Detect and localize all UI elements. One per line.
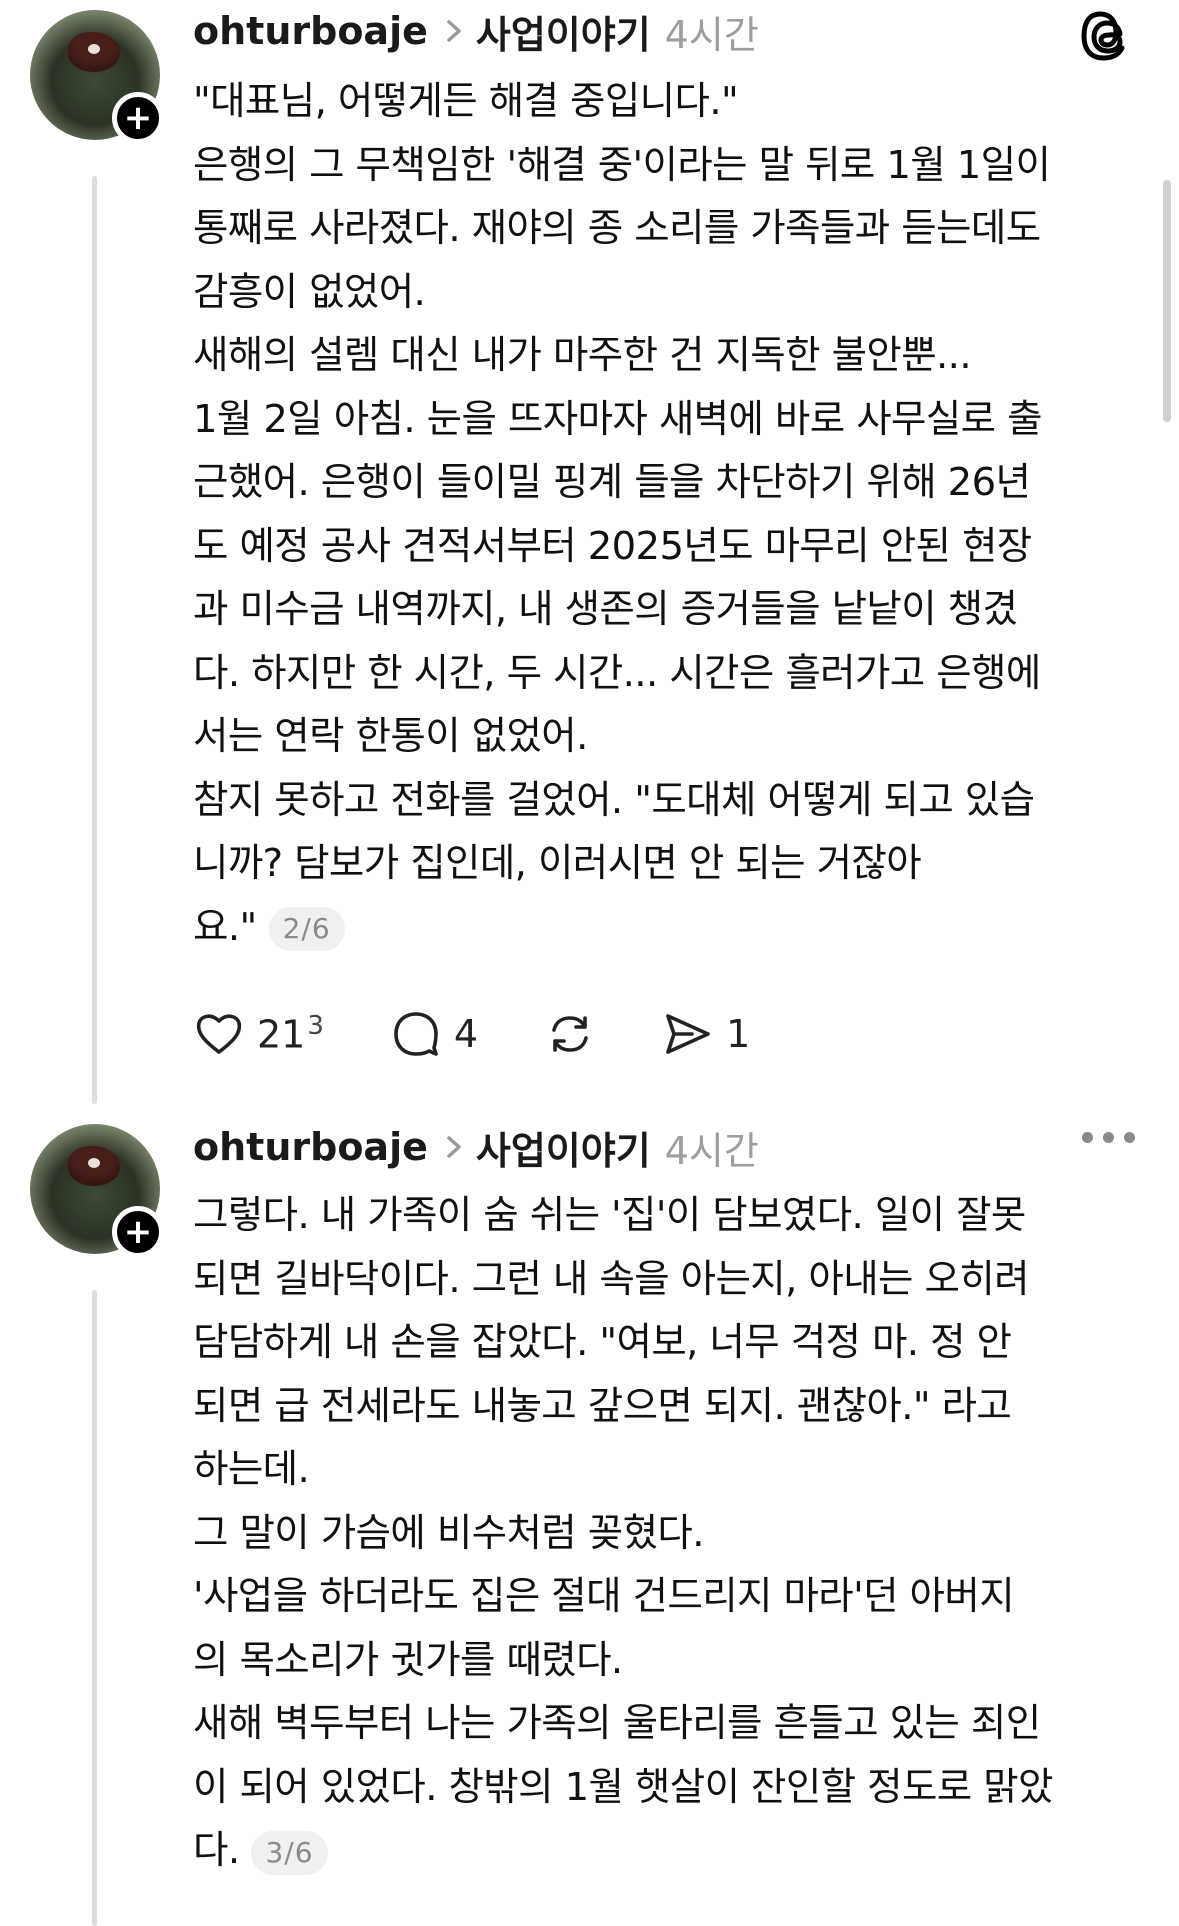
post-header: ohturboaje 사업이야기 4시간 (193, 1120, 759, 1175)
like-count-superscript: 3 (307, 1011, 324, 1042)
post-paragraph: 새해의 설렘 대신 내가 마주한 건 지독한 불안뿐... (193, 333, 972, 378)
post-header: ohturboaje 사업이야기 4시간 (193, 4, 759, 59)
comment-count: 4 (453, 1012, 479, 1056)
comment-bubble-icon (394, 1012, 438, 1056)
thread-pager-badge: 3/6 (251, 1830, 328, 1875)
thread-connector-line (92, 1290, 97, 1926)
topic-tag[interactable]: 사업이야기 (476, 4, 651, 59)
post-time: 4시간 (664, 12, 759, 57)
like-count-value: 21 (257, 1012, 306, 1057)
like-button[interactable]: 213 (193, 1008, 324, 1060)
post-time: 4시간 (664, 1128, 759, 1173)
username[interactable]: ohturboaje (193, 1125, 428, 1169)
like-count: 213 (257, 1011, 324, 1057)
avatar[interactable]: + (30, 10, 164, 144)
threads-logo-icon[interactable] (1080, 8, 1136, 64)
thread-pager-badge: 2/6 (268, 907, 345, 951)
post-paragraph: '사업을 하더라도 집은 절대 건드리지 마라'던 아버지 의 목소리가 귓가를… (193, 1574, 1015, 1683)
follow-plus-icon[interactable]: + (112, 92, 164, 144)
post-paragraph: 새해 벽두부터 나는 가족의 울타리를 흔들고 있는 죄인 이 되어 있었다. … (193, 1692, 1143, 1883)
scrollbar[interactable] (1163, 180, 1171, 422)
username[interactable]: ohturboaje (193, 9, 428, 53)
post-paragraph: 그 말이 가슴에 비수처럼 꽂혔다. (193, 1510, 704, 1556)
share-count: 1 (726, 1012, 751, 1056)
post-paragraph: 은행의 그 무책임한 '해결 중'이라는 말 뒤로 1월 1일이 통째로 사라졌… (193, 142, 1051, 315)
heart-icon (196, 1014, 242, 1054)
comment-button[interactable]: 4 (390, 1008, 478, 1060)
topic-tag[interactable]: 사업이야기 (476, 1120, 651, 1175)
action-bar: 213 4 1 (193, 1004, 816, 1064)
send-icon (666, 1014, 710, 1054)
repost-button[interactable] (544, 1008, 596, 1060)
chevron-right-icon (447, 20, 461, 42)
repost-icon (552, 1016, 588, 1052)
post-body: 그렇다. 내 가족이 숨 쉬는 '집'이 담보였다. 일이 잘못 되면 길바닥이… (193, 1184, 1143, 1883)
post-paragraph: 1월 2일 아침. 눈을 뜨자마자 새벽에 바로 사무실로 출 근했어. 은행이… (193, 396, 1043, 760)
post-paragraph: 그렇다. 내 가족이 숨 쉬는 '집'이 담보였다. 일이 잘못 되면 길바닥이… (193, 1193, 1030, 1492)
follow-plus-icon[interactable]: + (112, 1206, 164, 1258)
avatar[interactable]: + (30, 1124, 164, 1258)
chevron-right-icon (447, 1136, 461, 1158)
thread-connector-line (92, 176, 97, 1104)
more-options-icon[interactable] (1082, 1132, 1145, 1143)
post-paragraph: "대표님, 어떻게든 해결 중입니다." (193, 79, 739, 124)
share-button[interactable]: 1 (662, 1008, 750, 1060)
post-body: "대표님, 어떻게든 해결 중입니다." 은행의 그 무책임한 '해결 중'이라… (193, 70, 1143, 959)
post-paragraph: 참지 못하고 전화를 걸었어. "도대체 어떻게 되고 있습 니까? 담보가 집… (193, 769, 1143, 960)
